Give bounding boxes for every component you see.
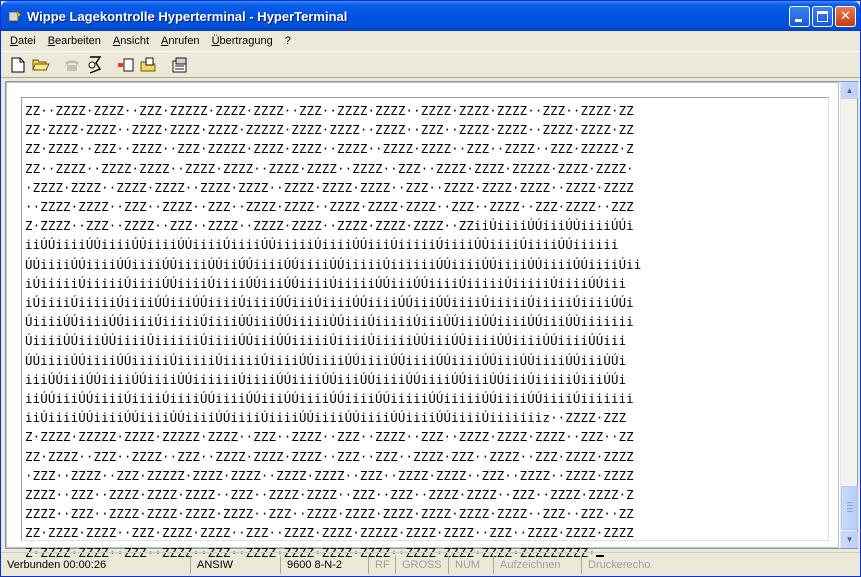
terminal-line: iiÚÚiiiÚÚiiiiÚiiiiÚiiiiÚÚiiiiÚÚiiiÚÚiiii…	[25, 391, 634, 407]
call-button[interactable]	[60, 54, 83, 76]
minimize-button[interactable]	[789, 6, 810, 27]
grip-icon	[847, 502, 853, 503]
terminal-line: ZZ··ZZZZ·ZZZZ··ZZZ·ZZZZZ·ZZZZ·ZZZZ··ZZZ·…	[25, 103, 634, 118]
terminal-line: ZZ·ZZZZ··ZZZ··ZZZZ··ZZZ··ZZZZ·ZZZZ·ZZZZ·…	[25, 448, 634, 464]
terminal-line: ÚiiiiÚÚiiiiÚÚiiiiÚiiiiiÚiiiiÚÚiiiÚÚiiiii…	[25, 314, 634, 330]
arrow-down-icon: ▼	[845, 535, 854, 544]
terminal-line: Z·ZZZZ·ZZZZZ·ZZZZ·ZZZZZ·ZZZZ··ZZZ··ZZZZ·…	[25, 429, 634, 445]
minimize-icon	[795, 19, 802, 22]
terminal-line: iiÚÚiiiiÚÚiiiiÚÚiiiiÚÚiiiiÚiiiiÚÚiiiiiÚi…	[25, 237, 619, 253]
properties-button[interactable]	[168, 54, 191, 76]
maximize-icon	[817, 11, 828, 22]
toolbar	[1, 51, 860, 78]
terminal-line: iiiÚÚiiiÚÚiiiiÚÚiiiiÚÚiiiiiiÚiiiiÚÚiiiiÚ…	[25, 371, 627, 387]
terminal-line: ÚÚiiiiÚÚiiiiÚÚiiiiiÚiiiiiÚiiiiiÚiiiiÚÚii…	[25, 352, 627, 368]
menu-ansicht[interactable]: Ansicht	[107, 32, 155, 50]
terminal-line: ÚÚiiiiÚÚiiiiÚÚiiiiÚÚiiiiÚÚiiÚÚiiiiÚÚiiii…	[25, 256, 642, 272]
terminal-line: ZZZZ··ZZZ··ZZZZ·ZZZZ·ZZZZ·ZZZZ··ZZZ··ZZZ…	[25, 506, 634, 522]
new-connection-button[interactable]	[6, 54, 29, 76]
terminal-line: ··ZZZZ·ZZZZ··ZZZ··ZZZZ··ZZZ··ZZZZ·ZZZZ··…	[25, 199, 634, 215]
scroll-thumb[interactable]	[841, 486, 858, 530]
open-button[interactable]	[29, 54, 52, 76]
terminal-line: ÚiiiiÚÚiiiÚÚiiiiÚiiiiiiÚiiiiÚÚiiiÚÚiiiii…	[25, 333, 627, 349]
terminal-output[interactable]: ZZ··ZZZZ·ZZZZ··ZZZ·ZZZZZ·ZZZZ·ZZZZ··ZZZ·…	[25, 101, 641, 562]
scroll-down-button[interactable]: ▼	[841, 531, 858, 548]
status-emulation: ANSIW	[191, 555, 281, 574]
hyperterminal-app-icon[interactable]	[7, 8, 23, 24]
close-button[interactable]: ✕	[835, 6, 856, 27]
menu-uebertragung[interactable]: Übertragung	[206, 32, 279, 50]
phone-icon	[64, 60, 79, 71]
menu-datei[interactable]: Datei	[4, 32, 42, 50]
properties-icon	[172, 57, 186, 72]
terminal-line: iiÚiiiiÚÚiiiiÚÚiiiiÚÚiiiiÚÚiiiiÚiiiiÚÚii…	[25, 410, 627, 426]
terminal-line: iÚiiiiiÚiiiiiÚiiiiÚÚiiiiÚiiiiÚÚiiiÚÚiiii…	[25, 275, 627, 291]
status-connection: Verbunden 00:00:26	[1, 555, 191, 574]
terminal-area[interactable]: ZZ··ZZZZ·ZZZZ··ZZZ·ZZZZZ·ZZZZ·ZZZZ··ZZZ·…	[6, 82, 839, 560]
terminal-line: ·ZZZZ·ZZZZ··ZZZZ·ZZZZ··ZZZZ·ZZZZ··ZZZZ·Z…	[25, 179, 634, 195]
title-bar[interactable]: Wippe Lagekontrolle Hyperterminal - Hype…	[1, 1, 860, 31]
new-document-icon	[11, 57, 24, 72]
terminal-line: ZZ·ZZZZ·ZZZZ··ZZZZ·ZZZZ·ZZZZ·ZZZZZ·ZZZZ·…	[25, 122, 634, 138]
send-file-icon	[117, 58, 133, 71]
menu-anrufen[interactable]: Anrufen	[155, 32, 206, 50]
close-icon: ✕	[840, 9, 851, 24]
terminal-line: ZZZZ··ZZZ··ZZZZ·ZZZZ·ZZZZ··ZZZ··ZZZZ·ZZZ…	[25, 487, 634, 503]
status-rf: RF	[369, 555, 396, 574]
open-folder-icon	[31, 59, 50, 71]
terminal-line: ZZ·ZZZZ··ZZZ··ZZZZ··ZZZ·ZZZZZ·ZZZZ·ZZZZ·…	[25, 141, 634, 157]
send-button[interactable]	[114, 54, 137, 76]
maximize-button[interactable]	[812, 6, 833, 27]
status-print-echo: Druckerecho	[588, 558, 651, 571]
terminal-line: Z·ZZZZ··ZZZ··ZZZZ··ZZZ··ZZZZ··ZZZZ·ZZZZ·…	[25, 218, 634, 234]
arrow-up-icon: ▲	[845, 86, 854, 95]
status-num-lock: NUM	[449, 555, 494, 574]
terminal-line: ·ZZZ··ZZZZ··ZZZ·ZZZZZ·ZZZZ·ZZZZ··ZZZZ·ZZ…	[25, 467, 634, 483]
status-capture: Aufzeichnen	[494, 555, 582, 574]
terminal-line: ZZ·ZZZZ·ZZZZ··ZZZ·ZZZZ·ZZZZ··ZZZ··ZZZZ·Z…	[25, 525, 634, 541]
menu-help[interactable]: ?	[279, 32, 297, 50]
receive-button[interactable]	[137, 54, 160, 76]
terminal-line: iÚiiiiÚiiiiiÚiiiiÚÚiiiÚÚiiiiÚiiiiÚÚiiiÚi…	[25, 295, 634, 311]
status-port-settings: 9600 8-N-2	[281, 555, 369, 574]
receive-file-icon	[140, 57, 155, 71]
status-bar: Verbunden 00:00:26 ANSIW 9600 8-N-2 RF G…	[1, 552, 860, 576]
scroll-up-button[interactable]: ▲	[841, 82, 858, 99]
disconnect-button[interactable]	[83, 54, 106, 76]
terminal-screen[interactable]: ZZ··ZZZZ·ZZZZ··ZZZ·ZZZZZ·ZZZZ·ZZZZ··ZZZ·…	[21, 97, 829, 560]
menu-bearbeiten[interactable]: Bearbeiten	[42, 32, 107, 50]
window-title: Wippe Lagekontrolle Hyperterminal - Hype…	[27, 8, 348, 24]
terminal-line: ZZ··ZZZZ··ZZZZ·ZZZZ··ZZZZ·ZZZZ··ZZZZ·ZZZ…	[25, 160, 634, 176]
terminal-frame: ZZ··ZZZZ·ZZZZ··ZZZ·ZZZZZ·ZZZZ·ZZZZ··ZZZ·…	[5, 81, 858, 560]
window-controls: ✕	[789, 6, 856, 27]
vertical-scrollbar[interactable]: ▲ ▼	[840, 82, 858, 548]
status-caps-lock: GROSS	[396, 555, 449, 574]
menu-bar: Datei Bearbeiten Ansicht Anrufen Übertra…	[1, 31, 860, 51]
disconnect-phone-icon	[88, 55, 101, 74]
hyperterminal-window: Wippe Lagekontrolle Hyperterminal - Hype…	[0, 0, 861, 577]
